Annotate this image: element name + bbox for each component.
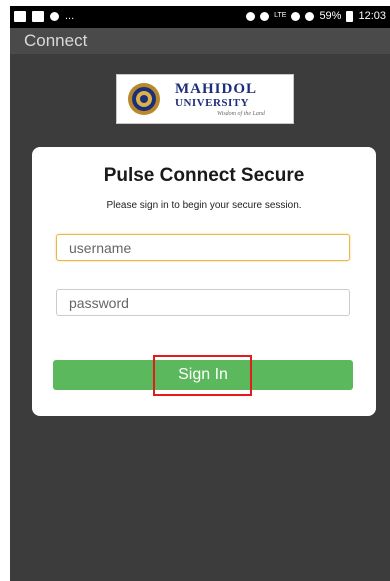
- battery-icon: [346, 10, 354, 22]
- sign-in-button[interactable]: Sign In: [53, 360, 353, 390]
- clock: 12:03: [358, 10, 386, 22]
- gallery-icon: [14, 10, 26, 22]
- notification-icon: [50, 11, 59, 21]
- login-title: Pulse Connect Secure: [103, 165, 305, 186]
- logo-line1: MAHIDOL: [175, 81, 257, 97]
- status-ellipsis: ...: [65, 10, 75, 22]
- password-input[interactable]: [56, 289, 350, 316]
- university-logo: MAHIDOL UNIVERSITY Wisdom of the Land: [116, 74, 294, 124]
- wifi-icon: [291, 11, 301, 21]
- university-seal-icon: [128, 83, 160, 115]
- login-subtitle: Please sign in to begin your secure sess…: [106, 200, 302, 211]
- logo-line2: UNIVERSITY: [175, 97, 250, 109]
- app-title: Connect: [24, 31, 88, 50]
- status-bar: ... LTE 59% 12:03: [10, 6, 390, 28]
- app-bar: Connect: [10, 28, 390, 54]
- login-card: Pulse Connect Secure Please sign in to b…: [32, 147, 376, 416]
- network-type: LTE: [274, 12, 287, 19]
- image-icon: [32, 10, 44, 22]
- alarm-icon: [260, 11, 270, 21]
- username-input[interactable]: [56, 234, 350, 261]
- signal-icon: [305, 11, 315, 21]
- battery-percent: 59%: [319, 10, 342, 22]
- status-left-group: ...: [14, 10, 74, 22]
- phone-screen: ... LTE 59% 12:03 Connect MAHIDOL UNIVER…: [10, 6, 390, 581]
- logo-tagline: Wisdom of the Land: [217, 111, 265, 117]
- mute-icon: [246, 11, 256, 21]
- status-right-group: LTE 59% 12:03: [246, 10, 386, 22]
